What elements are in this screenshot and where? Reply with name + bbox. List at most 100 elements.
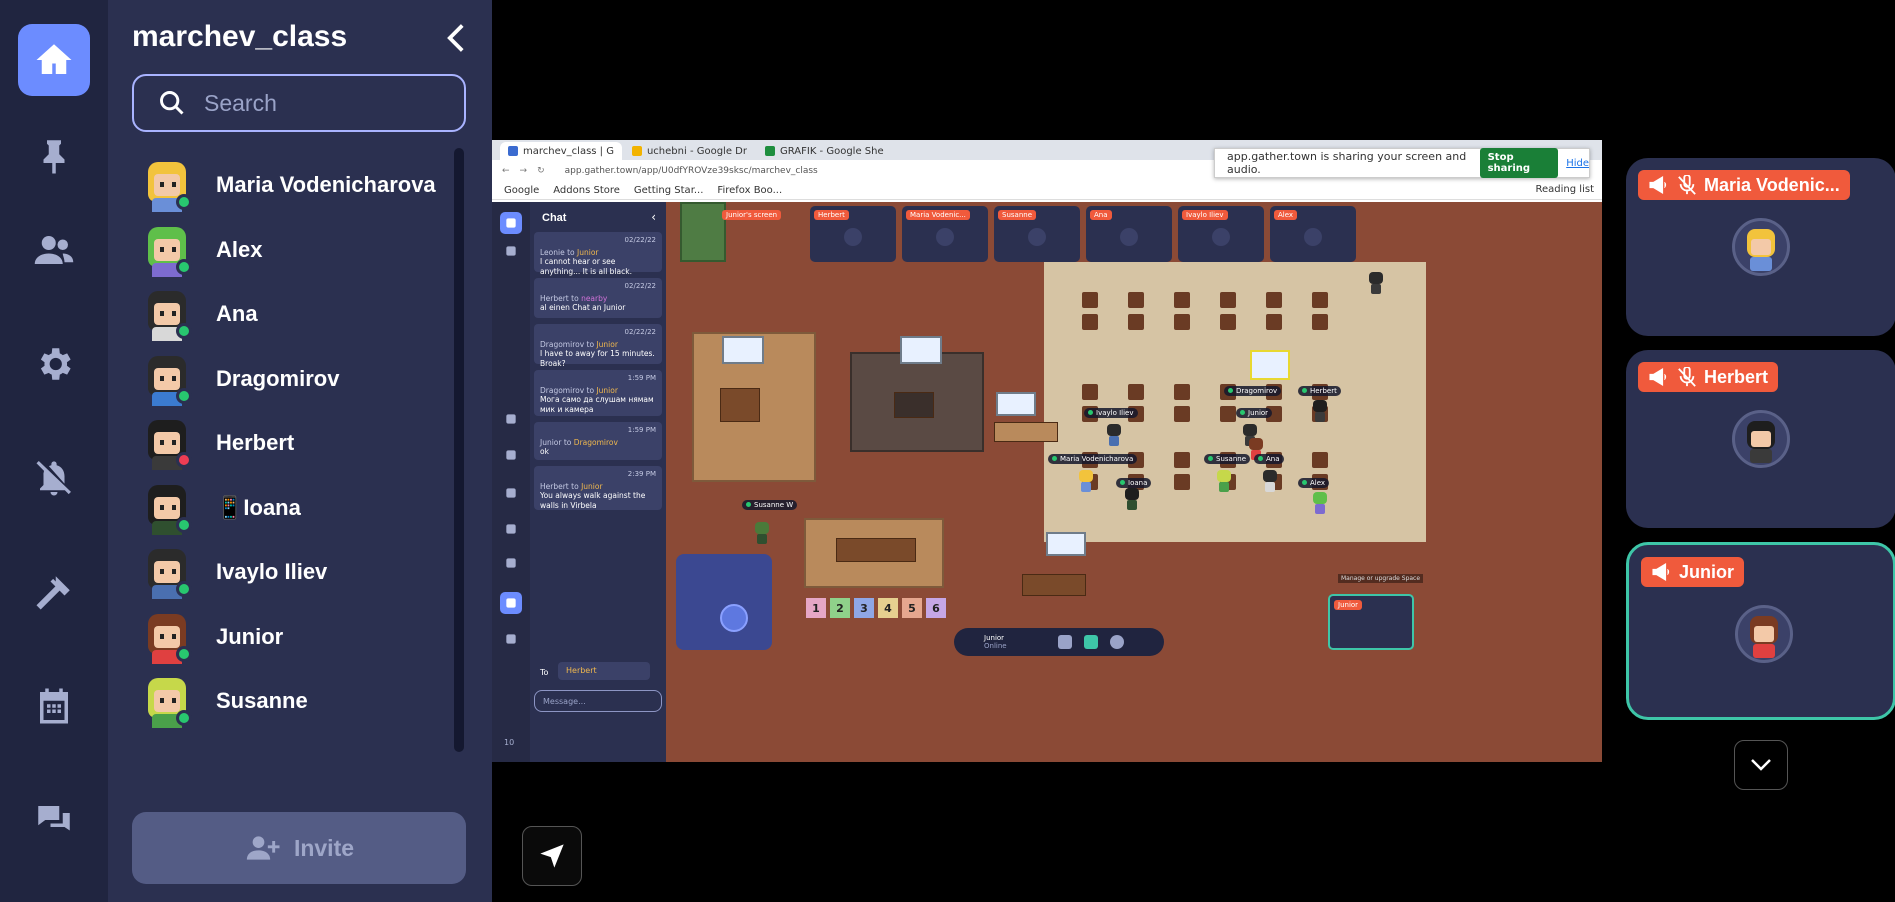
video-tile: Herbert [1626, 350, 1895, 528]
game-video-avatar [1304, 228, 1322, 246]
status-dot [176, 323, 192, 339]
message-recipient: Junior [596, 386, 618, 395]
video-tile: Junior [1626, 542, 1895, 720]
game-video-label: Junior's screen [722, 210, 782, 220]
table [1022, 574, 1086, 596]
chair [1128, 292, 1144, 308]
player-name-label: Susanne W [742, 500, 798, 510]
avatar-eye [160, 375, 164, 381]
status-dot [176, 258, 192, 275]
map-avatar-body [1265, 482, 1275, 492]
game-video-tile: Herbert [810, 206, 896, 262]
member-row[interactable]: Susanne [108, 662, 456, 740]
megaphone-icon [1652, 563, 1670, 581]
invite-button[interactable]: Invite [132, 812, 466, 884]
avatar-face [154, 174, 180, 196]
avatar [142, 287, 192, 341]
chair [1174, 474, 1190, 490]
game-video-tile: Susanne [994, 206, 1080, 262]
rail-calendar-button[interactable] [18, 670, 90, 742]
game-rail-home-button [500, 212, 522, 234]
member-list: Maria Vodenicharova Alex Ana Dragomirov Herb… [108, 150, 456, 790]
video-name: Junior [1679, 561, 1735, 582]
member-name: Dragomirov [216, 365, 340, 391]
number-tile: 1 [806, 598, 826, 618]
avatar-face [154, 496, 180, 519]
member-name: Herbert [216, 430, 295, 455]
search-icon [160, 91, 184, 115]
avatar-eye [172, 633, 176, 639]
message-header: Junior to Dragomirov [540, 438, 618, 447]
rail-people-button[interactable] [18, 214, 90, 286]
number-tile: 4 [878, 598, 898, 618]
mic-off-icon [1678, 367, 1696, 387]
map-avatar-head [1313, 400, 1327, 412]
map-avatar-head [1249, 438, 1263, 450]
chair [1174, 314, 1190, 330]
avatar [142, 416, 192, 470]
chat-collapse-icon: ‹ [651, 210, 656, 224]
locate-button[interactable] [522, 826, 582, 886]
rail-settings-button[interactable] [18, 328, 90, 400]
whiteboard [1046, 532, 1086, 556]
message-time: 1:59 PM [627, 374, 656, 382]
message-sender: Dragomirov [540, 386, 585, 395]
chair [1266, 292, 1282, 308]
message-header: Herbert to nearby [540, 294, 608, 303]
video-name-label: Junior [1641, 557, 1745, 587]
avatar-face [154, 625, 180, 648]
chat-message: 02/22/22 Herbert to nearby al einen Chat a… [534, 278, 662, 318]
member-list-scrollbar[interactable] [454, 148, 464, 752]
table [836, 538, 916, 562]
message-recipient: Junior [596, 340, 618, 349]
search-box[interactable] [132, 74, 466, 132]
video-name-label: Maria Vodenic... [1638, 170, 1850, 200]
rail-build-button[interactable] [18, 556, 90, 628]
hammer-icon [36, 576, 70, 610]
map-avatar [1216, 470, 1232, 492]
whiteboard [722, 336, 764, 364]
game-video-avatar [936, 228, 954, 246]
pin-icon [43, 140, 65, 174]
people-icon [506, 634, 516, 644]
app-root: marchev_class Maria Vodenicharova Alex Ana… [0, 0, 1895, 902]
map-avatar-head [1263, 470, 1277, 482]
number-tile: 3 [854, 598, 874, 618]
player-name-label: Ana [1254, 454, 1284, 464]
megaphone-icon [1649, 368, 1667, 386]
message-recipient: Junior [577, 248, 599, 257]
player-name-label: Ioana [1116, 478, 1152, 488]
game-video-label: Herbert [814, 210, 849, 220]
tab-favicon [631, 146, 642, 156]
message-text: You always walk against the walls in Vir… [540, 491, 646, 510]
to-label: To [540, 668, 549, 677]
game-rail-hammer-button [500, 518, 522, 540]
avatar-eye [160, 440, 164, 445]
forward-icon: → [519, 166, 528, 176]
avatar-body [1750, 449, 1772, 463]
gather-game: 10 Chat ‹ 02/22/22 Leonie to Junior I cann… [492, 202, 1602, 762]
game-video-label: Susanne [998, 210, 1036, 220]
gear-icon [40, 348, 71, 380]
map-avatar-body [1315, 412, 1325, 422]
rail-pin-button[interactable] [18, 120, 90, 192]
rail-home-button[interactable] [18, 24, 90, 96]
message-recipient: nearby [581, 294, 608, 303]
search-input[interactable] [204, 89, 424, 117]
invite-label: Invite [293, 834, 355, 861]
collapse-panel-button[interactable] [438, 20, 474, 56]
game-video-avatar [1120, 228, 1138, 246]
share-notice-bar: app.gather.town is sharing your screen a… [1214, 148, 1590, 178]
chat-message: 02/22/22 Dragomirov to Junior I have to aw… [534, 324, 662, 368]
map-avatar-head [1369, 272, 1383, 284]
chat-icon [506, 598, 516, 608]
more-videos-button[interactable] [1734, 740, 1788, 790]
chair [1312, 314, 1328, 330]
mic-off-icon [1678, 175, 1696, 195]
rail-chat-button[interactable] [18, 784, 90, 856]
hammer-icon [506, 524, 516, 534]
tab-label: marchev_class | G [523, 145, 614, 157]
rail-notifications-button[interactable] [18, 442, 90, 514]
chair [1220, 292, 1236, 308]
video-avatar [1735, 605, 1793, 663]
